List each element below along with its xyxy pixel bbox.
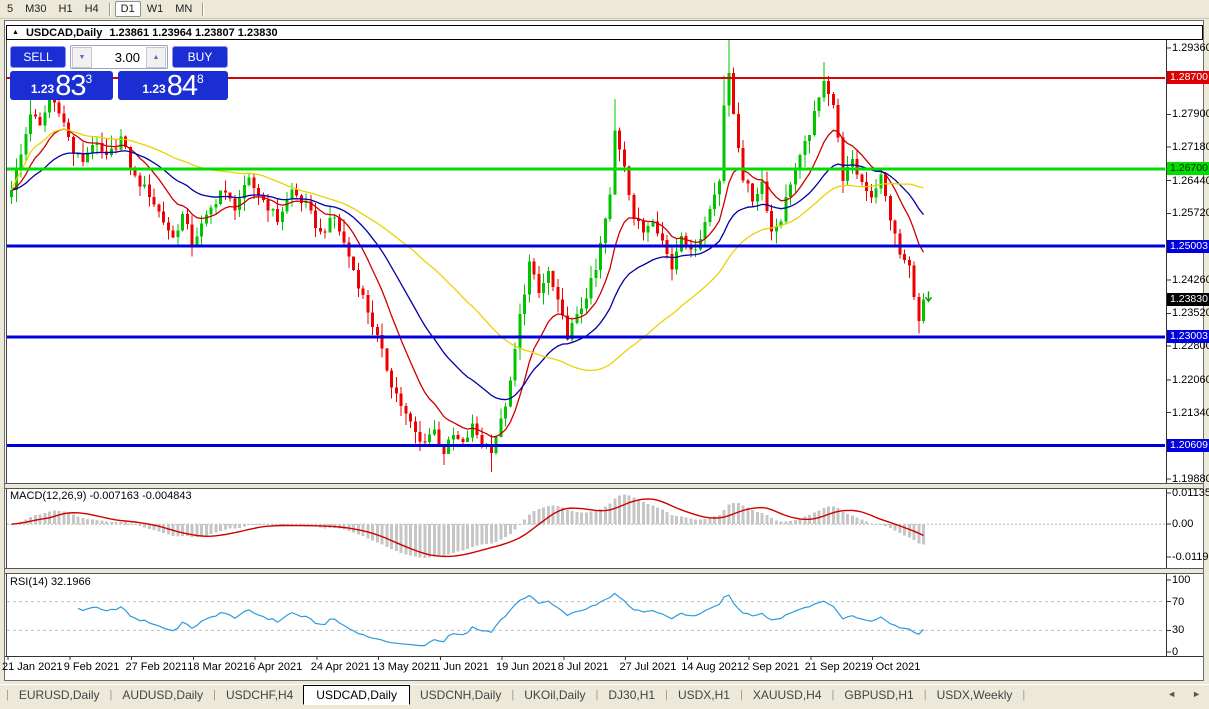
level-price-label: 1.28700 [1167, 71, 1209, 84]
price-tick-label: 1.21340 [1172, 407, 1209, 419]
price-tick-label: 1.27900 [1172, 108, 1209, 120]
chart-tab-usdx[interactable]: USDX,Weekly [927, 686, 1023, 704]
date-tick-label: 27 Feb 2021 [126, 661, 188, 673]
level-price-label: 1.20609 [1167, 439, 1209, 452]
macd-indicator-label: MACD(12,26,9) -0.007163 -0.004843 [10, 490, 192, 502]
volume-input[interactable] [93, 49, 145, 66]
chart-tab-gbpusd[interactable]: GBPUSD,H1 [834, 686, 923, 704]
date-axis-line [5, 656, 1203, 657]
date-tick-label: 9 Feb 2021 [64, 661, 120, 673]
sell-price-display[interactable]: 1.23833 [10, 71, 113, 100]
level-price-label: 1.25003 [1167, 240, 1209, 253]
buy-price-big: 84 [167, 74, 197, 99]
chart-ohlc-values: 1.23861 1.23964 1.23807 1.23830 [109, 27, 277, 39]
date-tick-label: 1 Jun 2021 [434, 661, 488, 673]
collapse-icon[interactable]: ▲ [12, 29, 19, 36]
timeframe-button-h1[interactable]: H1 [53, 2, 79, 16]
chart-tab-eurusd[interactable]: EURUSD,Daily [9, 686, 110, 704]
buy-button[interactable]: BUY [172, 46, 228, 68]
timeframe-button-5[interactable]: 5 [1, 2, 19, 16]
toolbar-separator [202, 3, 204, 16]
tab-scroll-controls: ◄ ► [1167, 689, 1201, 699]
date-tick-label: 2 Sep 2021 [743, 661, 799, 673]
date-tick-label: 6 Apr 2021 [249, 661, 302, 673]
volume-decrease-button[interactable]: ▼ [72, 47, 92, 68]
rsi-tick-label: 70 [1172, 596, 1184, 608]
date-tick-label: 13 May 2021 [373, 661, 437, 673]
chart-tab-dj30[interactable]: DJ30,H1 [598, 686, 665, 704]
price-tick-label: 1.25720 [1172, 207, 1209, 219]
timeframe-button-d1[interactable]: D1 [115, 1, 141, 17]
date-tick-label: 18 Mar 2021 [187, 661, 249, 673]
macd-tick-label: 0.00 [1172, 518, 1193, 530]
timeframe-button-m30[interactable]: M30 [19, 2, 52, 16]
macd-panel-splitter[interactable] [5, 483, 1203, 489]
one-click-trading-panel: SELL ▼ ▲ BUY 1.23833 1.23848 [10, 44, 228, 101]
buy-price-prefix: 1.23 [142, 82, 165, 96]
price-tick-label: 1.22060 [1172, 374, 1209, 386]
rsi-tick-label: 100 [1172, 574, 1190, 586]
price-tick-label: 1.23520 [1172, 307, 1209, 319]
chart-tab-usdchf[interactable]: USDCHF,H4 [216, 686, 303, 704]
chart-window [4, 20, 1204, 681]
date-tick-label: 19 Jun 2021 [496, 661, 557, 673]
date-tick-label: 24 Apr 2021 [311, 661, 370, 673]
date-tick-label: 9 Oct 2021 [867, 661, 921, 673]
toolbar-separator [109, 3, 111, 16]
current-price-label: 1.23830 [1167, 293, 1209, 306]
tab-separator: | [1022, 689, 1025, 701]
buy-price-pip: 8 [197, 71, 204, 85]
chart-title-bar: ▲ USDCAD,Daily 1.23861 1.23964 1.23807 1… [6, 25, 1203, 40]
date-tick-label: 21 Jan 2021 [2, 661, 63, 673]
chart-tab-usdcad[interactable]: USDCAD,Daily [303, 685, 410, 705]
date-tick-label: 14 Aug 2021 [681, 661, 743, 673]
price-tick-label: 1.26440 [1172, 175, 1209, 187]
price-axis-line [1166, 39, 1167, 656]
chart-tab-audusd[interactable]: AUDUSD,Daily [112, 686, 213, 704]
timeframe-button-w1[interactable]: W1 [141, 2, 170, 16]
price-tick-label: 1.29360 [1172, 42, 1209, 54]
timeframe-toolbar: 5M30H1H4 D1W1MN [0, 0, 1209, 19]
price-tick-label: 1.27180 [1172, 141, 1209, 153]
plot-left-border [6, 39, 7, 656]
rsi-panel-splitter[interactable] [5, 568, 1203, 574]
level-price-label: 1.26700 [1167, 162, 1209, 175]
volume-control: ▼ ▲ [70, 45, 168, 69]
date-tick-label: 21 Sep 2021 [805, 661, 867, 673]
chart-tab-ukoil[interactable]: UKOil,Daily [514, 686, 595, 704]
level-price-label: 1.23003 [1167, 330, 1209, 343]
rsi-tick-label: 30 [1172, 624, 1184, 636]
tab-scroll-right-icon[interactable]: ► [1192, 689, 1201, 699]
buy-price-display[interactable]: 1.23848 [118, 71, 228, 100]
sell-price-pip: 3 [85, 71, 92, 85]
timeframe-button-mn[interactable]: MN [169, 2, 198, 16]
timeframe-button-h4[interactable]: H4 [79, 2, 105, 16]
macd-tick-label: -0.01190 [1172, 551, 1209, 563]
sell-button[interactable]: SELL [10, 46, 66, 68]
mt4-terminal: 5M30H1H4 D1W1MN ▲ USDCAD,Daily 1.23861 1.… [0, 0, 1209, 709]
tab-scroll-left-icon[interactable]: ◄ [1167, 689, 1176, 699]
rsi-indicator-label: RSI(14) 32.1966 [10, 576, 91, 588]
sell-price-big: 83 [55, 74, 85, 99]
sell-price-prefix: 1.23 [31, 82, 54, 96]
chart-tab-usdx[interactable]: USDX,H1 [668, 686, 740, 704]
chart-title: USDCAD,Daily [26, 27, 102, 39]
chart-tab-usdcnh[interactable]: USDCNH,Daily [410, 686, 511, 704]
chart-tab-bar: |EURUSD,Daily|AUDUSD,Daily|USDCHF,H4USDC… [0, 684, 1209, 705]
date-tick-label: 8 Jul 2021 [558, 661, 609, 673]
chart-tab-xauusd[interactable]: XAUUSD,H4 [743, 686, 832, 704]
date-tick-label: 27 Jul 2021 [620, 661, 677, 673]
price-tick-label: 1.24260 [1172, 274, 1209, 286]
volume-increase-button[interactable]: ▲ [146, 47, 166, 68]
